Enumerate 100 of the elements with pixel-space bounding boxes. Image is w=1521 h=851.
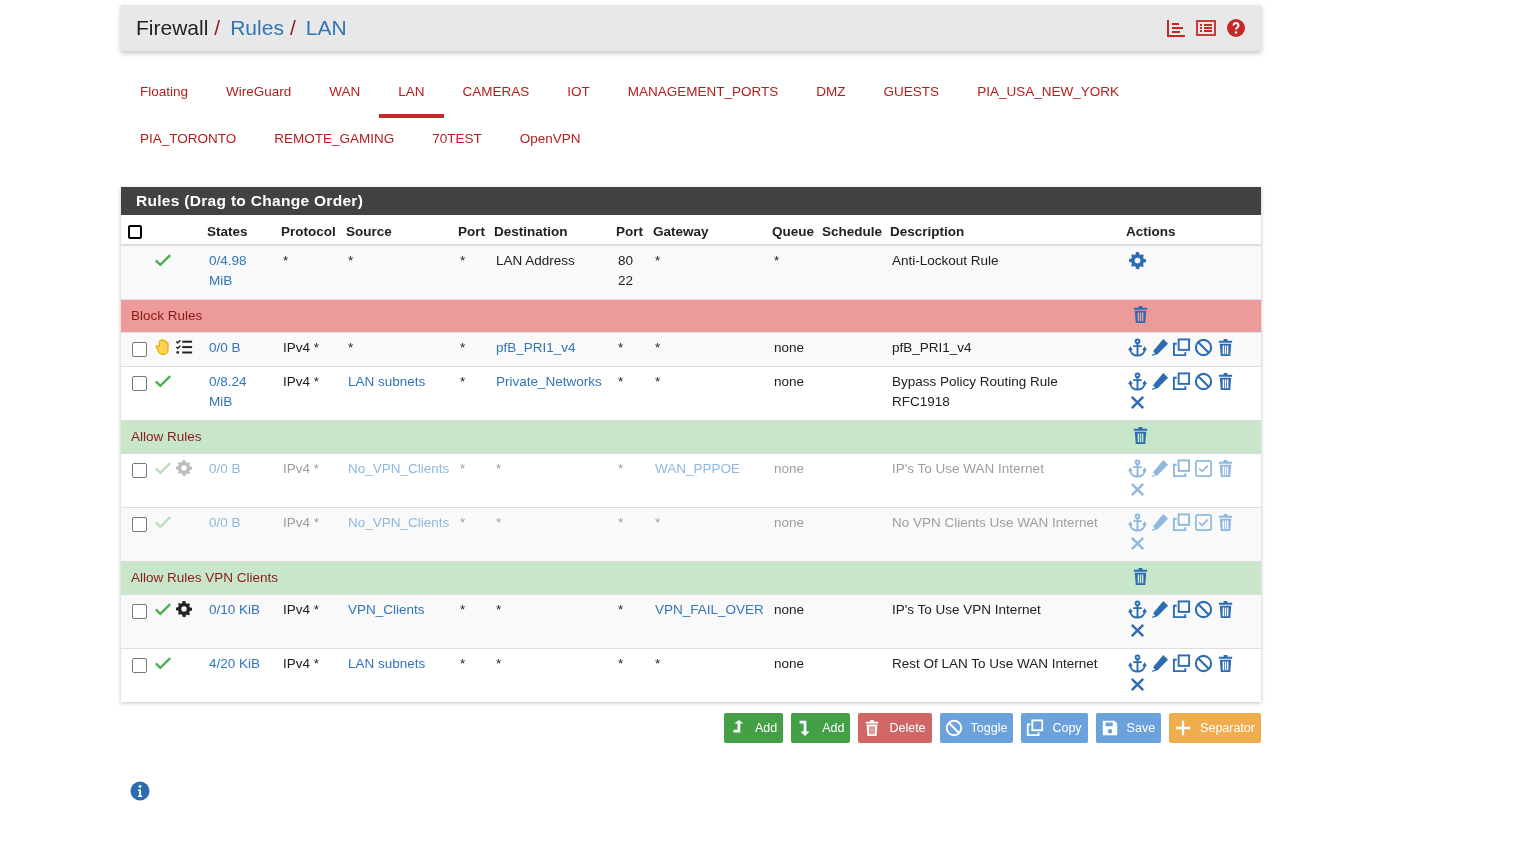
select-all-checkbox[interactable] <box>128 224 142 239</box>
table-cell-text: * <box>618 655 625 673</box>
table-cell-text: none <box>774 460 806 478</box>
alias-link[interactable]: LAN subnets <box>348 372 450 392</box>
tab[interactable]: CAMERAS <box>443 71 549 118</box>
trash-icon[interactable] <box>1131 305 1150 324</box>
copy-icon <box>1026 719 1045 737</box>
table-cell-text: 22 <box>618 272 635 290</box>
trash-icon[interactable] <box>1216 654 1235 673</box>
row-checkbox[interactable] <box>132 604 147 619</box>
table-cell-text: * <box>618 460 625 478</box>
check-icon <box>154 600 172 618</box>
check-icon <box>154 513 172 531</box>
row-checkbox[interactable] <box>132 342 147 357</box>
anchor-icon[interactable] <box>1128 654 1147 673</box>
table-cell-text: IPv4 * <box>283 601 321 619</box>
add-bottom-button[interactable]: Add <box>791 713 851 743</box>
close-icon[interactable] <box>1128 675 1147 694</box>
description-cell-text: No VPN Clients Use WAN Internet <box>892 514 1099 532</box>
column-header: Actions <box>1126 224 1176 239</box>
breadcrumb-link[interactable]: Rules <box>230 16 284 40</box>
check-icon <box>154 459 172 477</box>
settings-icon[interactable] <box>1128 251 1147 270</box>
tab[interactable]: LAN <box>379 71 444 118</box>
table-cell-text: none <box>774 655 806 673</box>
table-cell-text: IPv4 * <box>283 460 321 478</box>
copy-icon[interactable] <box>1172 372 1191 391</box>
pencil-icon[interactable] <box>1150 372 1169 391</box>
pencil-icon[interactable] <box>1150 654 1169 673</box>
tab[interactable]: IOT <box>548 71 609 118</box>
table-cell-text: * <box>618 601 625 619</box>
pencil-icon[interactable] <box>1150 600 1169 619</box>
check-icon <box>154 654 172 672</box>
column-header: Destination <box>494 224 568 239</box>
gear-icon <box>175 459 193 477</box>
table-cell-text: * <box>460 460 467 478</box>
tab[interactable]: 70TEST <box>413 118 501 165</box>
anchor-icon[interactable] <box>1128 338 1147 357</box>
table-cell-text: * <box>655 373 662 391</box>
breadcrumb-separator: / <box>289 16 296 40</box>
close-icon[interactable] <box>1128 393 1147 412</box>
table-cell-text: * <box>460 252 467 270</box>
alias-link[interactable]: LAN subnets <box>348 654 450 674</box>
table-cell-text: IPv4 * <box>283 655 321 673</box>
copy-button[interactable]: Copy <box>1021 713 1088 743</box>
trash-icon[interactable] <box>1131 426 1150 445</box>
table-cell-text: * <box>460 339 467 357</box>
anchor-icon[interactable] <box>1128 372 1147 391</box>
tab[interactable]: Floating <box>121 71 208 118</box>
ban-icon[interactable] <box>1194 338 1213 357</box>
tab[interactable]: REMOTE_GAMING <box>255 118 414 165</box>
trash-icon[interactable] <box>1131 567 1150 586</box>
toggle-button[interactable]: Toggle <box>939 713 1014 743</box>
table-cell-text: none <box>774 339 806 357</box>
table-cell-text: LAN Address <box>496 252 576 270</box>
close-icon[interactable] <box>1128 621 1147 640</box>
table-cell-text: * <box>496 460 503 478</box>
column-header: Source <box>346 224 392 239</box>
delete-button[interactable]: Delete <box>858 713 932 743</box>
tab[interactable]: PIA_TORONTO <box>121 118 256 165</box>
tab[interactable]: DMZ <box>797 71 865 118</box>
alias-link[interactable]: Private_Networks <box>496 372 608 392</box>
row-checkbox[interactable] <box>132 376 147 391</box>
tab[interactable]: OpenVPN <box>500 118 600 165</box>
info-icon[interactable] <box>130 781 150 801</box>
table-cell-text: * <box>655 252 662 270</box>
add-top-button[interactable]: Add <box>723 713 784 743</box>
trash-icon[interactable] <box>1216 600 1235 619</box>
table-cell-text: * <box>774 252 781 270</box>
save-button[interactable]: Save <box>1095 713 1162 743</box>
help-icon[interactable] <box>1226 18 1246 38</box>
breadcrumb-separator: / <box>214 16 221 40</box>
chart-icon[interactable] <box>1166 18 1186 38</box>
ban-icon[interactable] <box>1194 372 1213 391</box>
column-header: Port <box>616 224 643 239</box>
ban-icon[interactable] <box>1194 654 1213 673</box>
list-icon[interactable] <box>1196 18 1216 38</box>
pencil-icon[interactable] <box>1150 338 1169 357</box>
anchor-icon[interactable] <box>1128 600 1147 619</box>
breadcrumb-link[interactable]: LAN <box>305 16 347 40</box>
tab[interactable]: WireGuard <box>207 71 311 118</box>
tab[interactable]: PIA_USA_NEW_YORK <box>958 71 1138 118</box>
column-header: Schedule <box>822 224 883 239</box>
table-cell-text: * <box>655 514 662 532</box>
copy-icon[interactable] <box>1172 600 1191 619</box>
checklist-icon <box>175 338 193 356</box>
row-checkbox[interactable] <box>132 658 147 673</box>
tab[interactable]: MANAGEMENT_PORTS <box>608 71 798 118</box>
trash-icon[interactable] <box>1216 338 1235 357</box>
ban-icon[interactable] <box>1194 600 1213 619</box>
table-cell-text: * <box>460 601 467 619</box>
panel-title: Rules (Drag to Change Order) <box>121 187 1261 215</box>
states-link[interactable]: 0/8.24 MiB <box>209 372 273 412</box>
trash-icon[interactable] <box>1216 372 1235 391</box>
table-cell-text: * <box>655 655 662 673</box>
tab[interactable]: WAN <box>310 71 380 118</box>
copy-icon[interactable] <box>1172 654 1191 673</box>
states-link[interactable]: 4/20 KiB <box>209 654 273 674</box>
copy-icon[interactable] <box>1172 338 1191 357</box>
tab[interactable]: GUESTS <box>864 71 959 118</box>
